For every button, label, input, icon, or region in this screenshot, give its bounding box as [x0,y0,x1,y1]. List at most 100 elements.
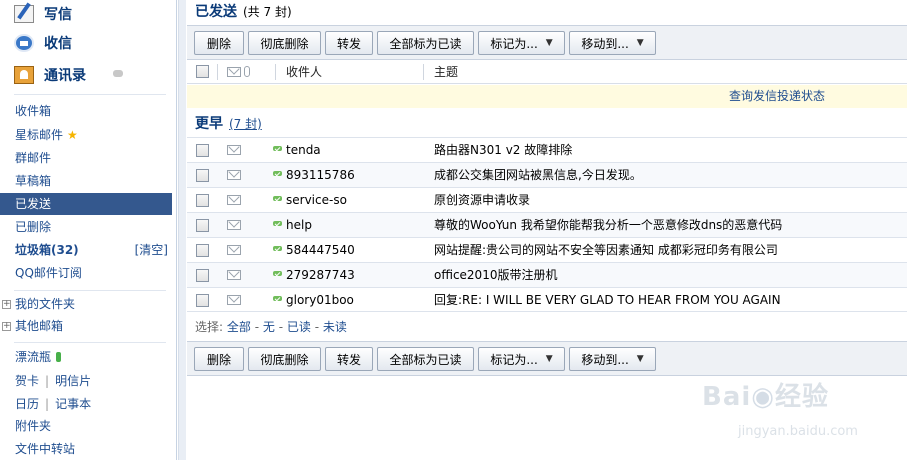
envelope-icon [227,295,241,305]
mark-all-read-button[interactable]: 全部标为已读 [377,31,474,55]
row-checkbox[interactable] [196,269,209,282]
subject-cell[interactable]: 成都公交集团网站被黑信息,今日发现。 [434,163,642,187]
table-row[interactable]: 893115786 成都公交集团网站被黑信息,今日发现。 [187,162,907,187]
table-row[interactable]: 584447540 网站提醒:贵公司的网站不安全等因素通知 成都彩冠印务有限公司 [187,237,907,262]
folder-spam[interactable]: 垃圾箱(32) [清空] [0,239,172,261]
envelope-icon [227,245,241,255]
row-checkbox[interactable] [196,169,209,182]
greeting-card-link[interactable]: 贺卡 [15,374,39,388]
recipient-cell: 584447540 [286,243,355,257]
selection-bar: 选择: 全部 - 无 - 已读 - 未读 [195,320,347,334]
move-to-dropdown[interactable]: 移动到... ▼ [569,31,656,55]
recipient-column-header[interactable]: 收件人 [286,60,322,84]
total-count: (共 7 封) [243,5,292,19]
compose-label: 写信 [44,7,72,23]
compose-link[interactable]: 写信 [14,2,72,26]
receive-link[interactable]: 收信 [14,31,72,55]
row-checkbox[interactable] [196,194,209,207]
expand-icon[interactable]: + [2,321,11,331]
envelope-icon [227,195,241,205]
divider [14,94,166,95]
column-divider [275,64,276,80]
receive-label: 收信 [44,36,72,52]
select-unread-link[interactable]: 未读 [323,320,347,334]
recipient-cell: tenda [286,143,321,157]
subject-cell[interactable]: office2010版带注册机 [434,263,557,287]
attachments-link[interactable]: 附件夹 [15,415,51,437]
sent-check-icon [273,195,283,203]
table-row[interactable]: glory01boo 回复:RE: I WILL BE VERY GLAD TO… [187,287,907,312]
envelope-icon [227,145,241,155]
chevron-down-icon: ▼ [545,354,553,364]
folder-qq-subscription[interactable]: QQ邮件订阅 [0,262,172,284]
other-mailbox-node[interactable]: + 其他邮箱 [2,315,63,337]
mark-as-dropdown[interactable]: 标记为... ▼ [478,31,565,55]
file-transfer-link[interactable]: 文件中转站 [15,438,75,460]
sent-check-icon [273,245,283,253]
row-checkbox[interactable] [196,294,209,307]
delete-permanent-button[interactable]: 彻底删除 [248,347,321,371]
sidebar-scrollbar[interactable] [178,0,186,460]
folder-drafts[interactable]: 草稿箱 [0,170,172,192]
delete-button[interactable]: 删除 [194,347,244,371]
subject-cell[interactable]: 回复:RE: I WILL BE VERY GLAD TO HEAR FROM … [434,288,781,312]
folder-deleted[interactable]: 已删除 [0,216,172,238]
select-all-checkbox[interactable] [196,65,209,78]
subject-cell[interactable]: 原创资源申请收录 [434,188,530,212]
chat-bubble-icon[interactable] [113,70,123,77]
forward-button[interactable]: 转发 [325,347,373,371]
watermark-brand: Bai◉经验 [702,382,829,412]
star-icon: ★ [67,128,78,142]
expand-icon[interactable]: + [2,299,11,309]
subject-cell[interactable]: 路由器N301 v2 故障排除 [434,138,572,162]
row-checkbox[interactable] [196,219,209,232]
my-folders-node[interactable]: + 我的文件夹 [2,293,75,315]
mark-as-dropdown[interactable]: 标记为... ▼ [478,347,565,371]
delete-permanent-button[interactable]: 彻底删除 [248,31,321,55]
contacts-label: 通讯录 [44,68,86,84]
group-count-link[interactable]: (7 封) [229,117,262,131]
row-checkbox[interactable] [196,144,209,157]
contacts-link[interactable]: 通讯录 [14,63,86,87]
calendar-link[interactable]: 日历 [15,397,39,411]
sent-check-icon [273,270,283,278]
select-none-link[interactable]: 无 [263,320,275,334]
notice-bar: 查询发信投递状态 [187,85,907,108]
drift-bottle-link[interactable]: 漂流瓶 [15,346,62,368]
sent-check-icon [273,145,283,153]
table-row[interactable]: tenda 路由器N301 v2 故障排除 [187,137,907,162]
table-row[interactable]: service-so 原创资源申请收录 [187,187,907,212]
select-read-link[interactable]: 已读 [287,320,311,334]
sent-check-icon [273,295,283,303]
table-row[interactable]: help 尊敬的WooYun 我希望你能帮我分析一个恶意修改dns的恶意代码 [187,212,907,237]
select-all-link[interactable]: 全部 [227,320,251,334]
address-book-icon [14,66,34,84]
divider [14,342,166,343]
subject-cell[interactable]: 网站提醒:贵公司的网站不安全等因素通知 成都彩冠印务有限公司 [434,238,778,262]
mark-all-read-button[interactable]: 全部标为已读 [377,347,474,371]
sidebar: 写信 收信 通讯录 收件箱 星标邮件 ★ 群邮件 草稿箱 已发送 已删除 垃圾箱(… [0,0,177,460]
attachment-icon [244,66,250,77]
column-divider [217,64,218,80]
row-checkbox[interactable] [196,244,209,257]
column-divider [423,64,424,80]
delete-button[interactable]: 删除 [194,31,244,55]
table-row[interactable]: 279287743 office2010版带注册机 [187,262,907,287]
clear-spam-link[interactable]: [清空] [135,239,168,261]
recipient-cell: help [286,218,312,232]
folder-sent[interactable]: 已发送 [0,193,172,215]
subject-column-header[interactable]: 主题 [434,60,458,84]
subject-cell[interactable]: 尊敬的WooYun 我希望你能帮我分析一个恶意修改dns的恶意代码 [434,213,782,237]
folder-starred[interactable]: 星标邮件 ★ [0,124,172,146]
toolbar-top: 删除 彻底删除 转发 全部标为已读 标记为... ▼ 移动到... ▼ [187,25,907,60]
folder-group-mail[interactable]: 群邮件 [0,147,172,169]
receive-mail-icon [14,34,34,52]
forward-button[interactable]: 转发 [325,31,373,55]
bottle-icon [56,352,62,362]
delivery-status-link[interactable]: 查询发信投递状态 [729,85,825,108]
group-heading: 更早 (7 封) [195,116,262,132]
folder-inbox[interactable]: 收件箱 [0,100,172,122]
notebook-link[interactable]: 记事本 [55,397,91,411]
postcard-link[interactable]: 明信片 [55,374,91,388]
move-to-dropdown[interactable]: 移动到... ▼ [569,347,656,371]
